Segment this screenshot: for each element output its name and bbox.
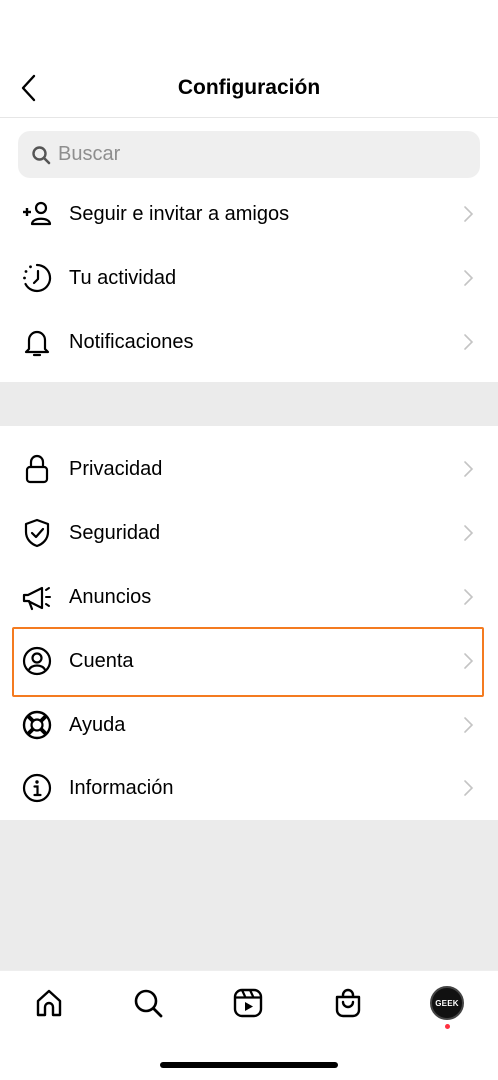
bottom-filler — [0, 820, 498, 970]
bell-icon — [20, 325, 54, 359]
settings-item-label: Ayuda — [69, 713, 126, 736]
tab-search[interactable] — [128, 983, 168, 1023]
add-person-icon — [20, 197, 54, 231]
settings-item-label: Seguridad — [69, 521, 161, 544]
info-icon — [20, 771, 54, 805]
notification-dot — [445, 1024, 450, 1029]
settings-item-ads[interactable]: Anuncios — [0, 565, 498, 629]
chevron-right-icon — [464, 653, 474, 669]
tab-shop[interactable] — [328, 983, 368, 1023]
settings-item-security[interactable]: Seguridad — [0, 501, 498, 565]
reels-icon — [233, 988, 263, 1018]
megaphone-icon — [20, 580, 54, 614]
shop-icon — [335, 988, 361, 1018]
search-bar[interactable] — [18, 131, 480, 178]
settings-item-privacy[interactable]: Privacidad — [0, 437, 498, 501]
section-divider — [0, 382, 498, 426]
chevron-right-icon — [464, 334, 474, 350]
settings-item-label: Privacidad — [69, 457, 163, 480]
shield-check-icon — [20, 516, 54, 550]
settings-item-label: Notificaciones — [69, 330, 194, 353]
activity-clock-icon — [20, 261, 54, 295]
settings-item-label: Tu actividad — [69, 266, 177, 289]
search-icon — [30, 144, 52, 166]
chevron-right-icon — [464, 270, 474, 286]
settings-item-label: Cuenta — [69, 649, 134, 672]
settings-item-label: Seguir e invitar a amigos — [69, 202, 290, 225]
settings-item-notifications[interactable]: Notificaciones — [0, 310, 498, 374]
chevron-right-icon — [464, 461, 474, 477]
settings-item-information[interactable]: Información — [0, 756, 498, 820]
home-indicator — [160, 1062, 338, 1068]
settings-item-help[interactable]: Ayuda — [0, 693, 498, 757]
lifebuoy-icon — [20, 708, 54, 742]
lock-icon — [20, 452, 54, 486]
settings-item-label: Información — [69, 776, 174, 799]
chevron-right-icon — [464, 525, 474, 541]
account-circle-icon — [20, 644, 54, 678]
search-input[interactable] — [58, 143, 458, 166]
settings-item-label: Anuncios — [69, 585, 152, 608]
chevron-right-icon — [464, 780, 474, 796]
profile-avatar: GEEK — [430, 986, 464, 1020]
chevron-right-icon — [464, 206, 474, 222]
page-title: Configuración — [177, 76, 321, 99]
chevron-right-icon — [464, 589, 474, 605]
settings-item-follow-invite[interactable]: Seguir e invitar a amigos — [0, 182, 498, 246]
search-icon — [134, 989, 163, 1018]
settings-item-account[interactable]: Cuenta — [0, 629, 498, 693]
tab-profile[interactable]: GEEK — [427, 983, 467, 1023]
home-icon — [36, 989, 62, 1017]
chevron-right-icon — [464, 717, 474, 733]
tab-reels[interactable] — [228, 983, 268, 1023]
header: Configuración — [0, 60, 498, 118]
settings-item-your-activity[interactable]: Tu actividad — [0, 246, 498, 310]
tab-home[interactable] — [29, 983, 69, 1023]
